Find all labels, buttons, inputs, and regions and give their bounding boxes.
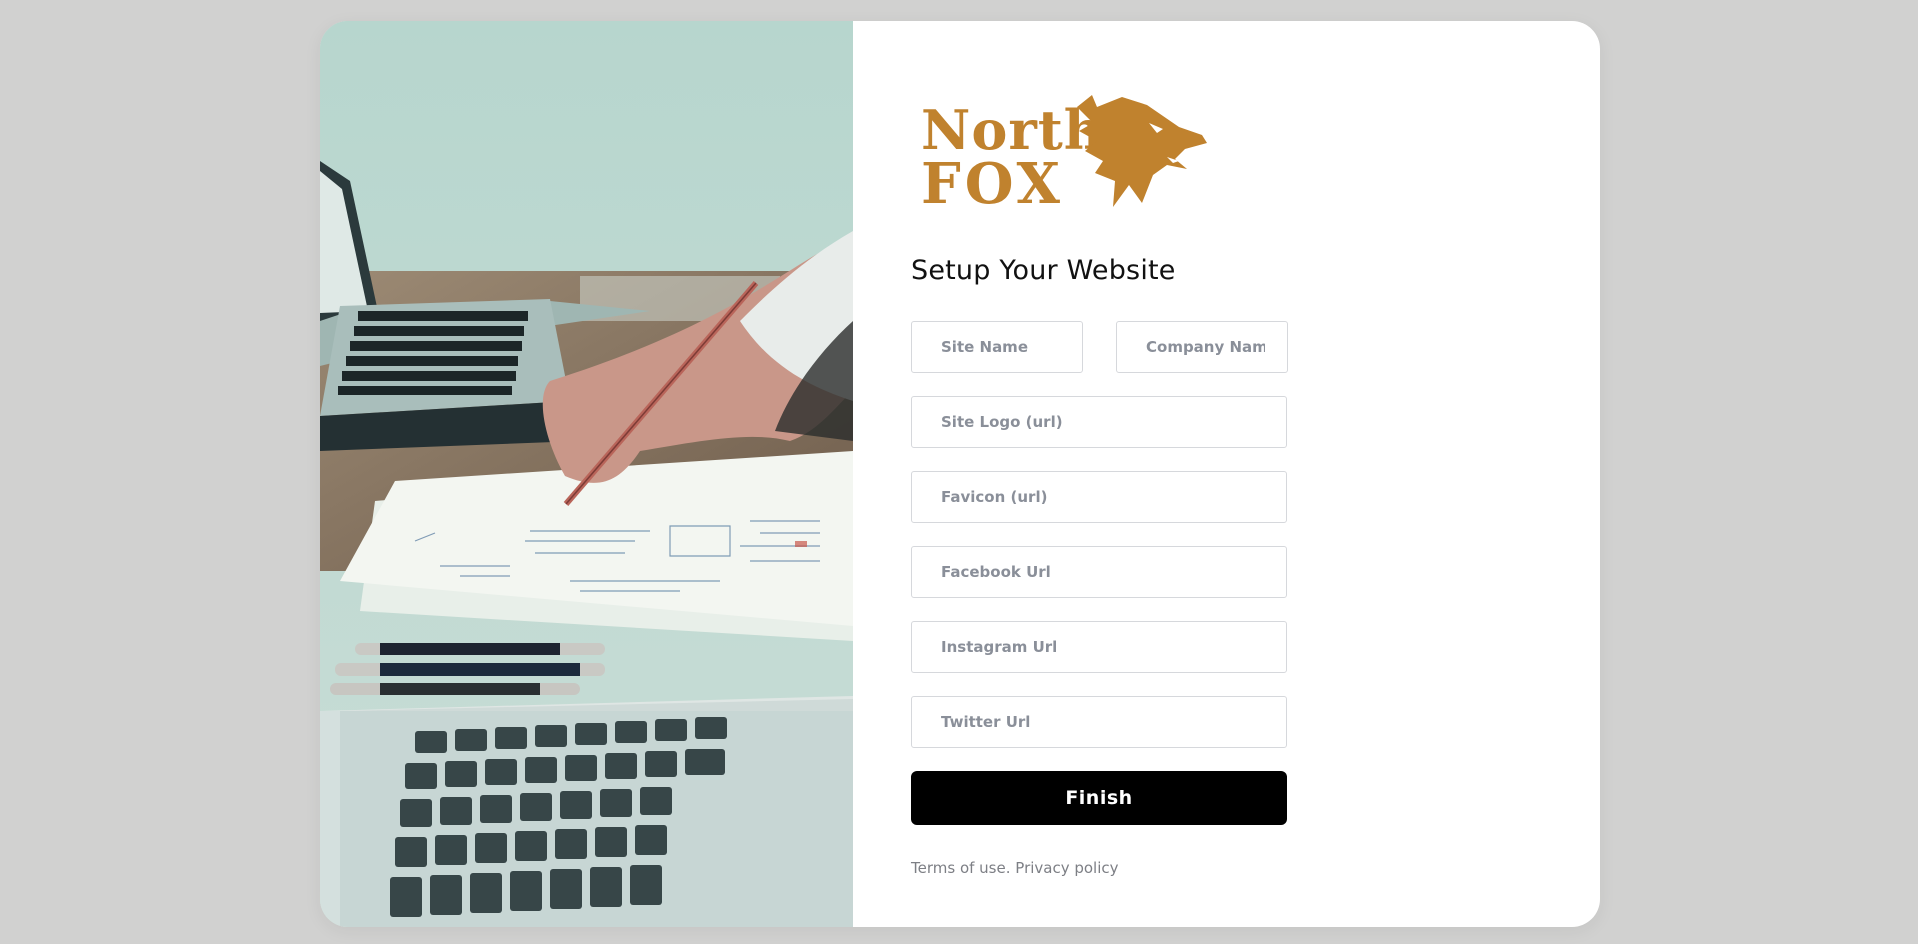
setup-panel: North FOX Setup Your Website Finish Term… [911, 21, 1551, 927]
facebook-url-input[interactable] [911, 546, 1287, 598]
company-name-input[interactable] [1116, 321, 1288, 373]
logo-fox-text: FOX [921, 151, 1064, 217]
footer-links: Terms of use. Privacy policy [911, 859, 1119, 877]
finish-button[interactable]: Finish [911, 771, 1287, 825]
instagram-url-input[interactable] [911, 621, 1287, 673]
setup-card: North FOX Setup Your Website Finish Term… [320, 21, 1600, 927]
terms-of-use-link[interactable]: Terms of use. [911, 859, 1011, 877]
favicon-url-input[interactable] [911, 471, 1287, 523]
site-name-input[interactable] [911, 321, 1083, 373]
northfox-logo: North FOX [917, 77, 1217, 217]
page-title: Setup Your Website [911, 255, 1176, 286]
site-logo-url-input[interactable] [911, 396, 1287, 448]
workspace-photo [320, 21, 853, 927]
twitter-url-input[interactable] [911, 696, 1287, 748]
privacy-policy-link[interactable]: Privacy policy [1015, 859, 1118, 877]
fox-head-icon [1077, 95, 1207, 207]
